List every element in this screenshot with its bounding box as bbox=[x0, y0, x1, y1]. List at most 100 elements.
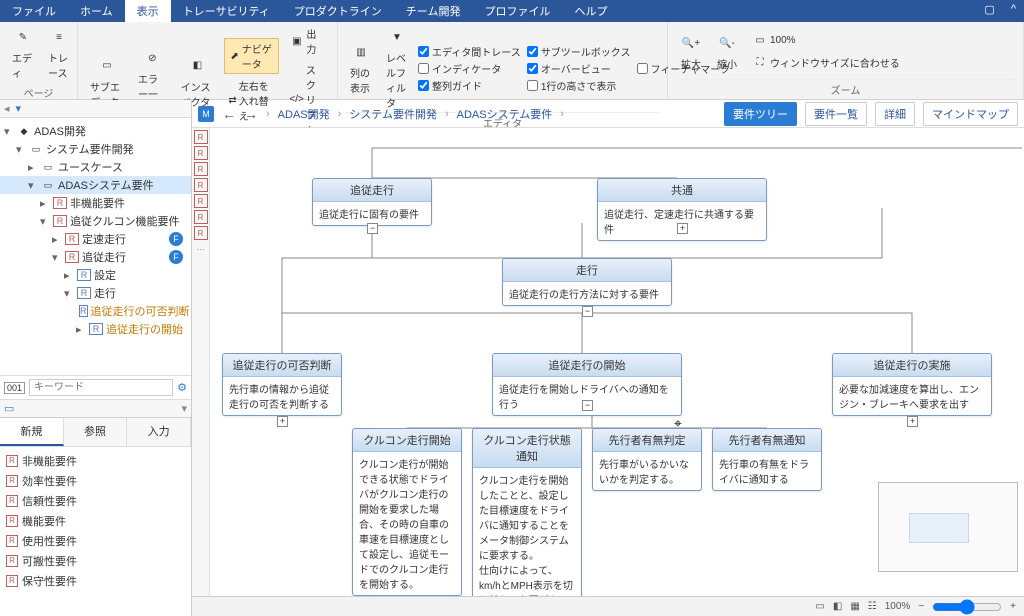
tab-input[interactable]: 入力 bbox=[127, 418, 191, 446]
tree-n11[interactable]: ▸R追従走行の開始 bbox=[0, 320, 191, 338]
gutter-req-icon[interactable]: R bbox=[194, 210, 208, 224]
output-button[interactable]: ▣出力 bbox=[285, 24, 329, 58]
gutter-more-icon[interactable]: ⋯ bbox=[194, 242, 208, 256]
columns-button[interactable]: ▥列の表示 bbox=[346, 39, 376, 97]
nav-back-icon[interactable]: ← bbox=[222, 106, 236, 122]
gutter-req-icon[interactable]: R bbox=[194, 162, 208, 176]
overview-minimap[interactable] bbox=[878, 482, 1018, 572]
tree-root[interactable]: ▾◆ADAS開発 bbox=[0, 122, 191, 140]
nav-forward-icon[interactable]: → bbox=[244, 106, 258, 122]
expand-toggle[interactable]: − bbox=[582, 306, 593, 317]
tree-n8[interactable]: ▸R設定 bbox=[0, 266, 191, 284]
crumb-2[interactable]: ADASシステム要件 bbox=[457, 106, 553, 122]
tree-n2[interactable]: ▸▭ユースケース bbox=[0, 158, 191, 176]
list-item[interactable]: R使用性要件 bbox=[4, 531, 187, 551]
gutter-req-icon[interactable]: R bbox=[194, 178, 208, 192]
list-item[interactable]: R機能要件 bbox=[4, 511, 187, 531]
expand-toggle[interactable]: + bbox=[677, 223, 688, 234]
window-minimize-ribbon-icon[interactable]: ▢ bbox=[976, 0, 1002, 22]
node-f[interactable]: 追従走行の実施必要な加減速度を算出し、エンジン・ブレーキへ要求を出す bbox=[832, 353, 992, 416]
zoom-in-button[interactable]: 🔍+拡大 bbox=[676, 30, 706, 73]
gutter-req-icon[interactable]: R bbox=[194, 226, 208, 240]
req-sub-icon: R bbox=[77, 287, 91, 299]
search-settings-icon[interactable]: ⚙ bbox=[177, 381, 187, 394]
edit-button[interactable]: ✎エディ bbox=[8, 24, 38, 82]
status-icon[interactable]: ▦ bbox=[850, 601, 859, 612]
chk-editor-trace[interactable]: エディタ間トレース bbox=[418, 44, 521, 59]
tree-n7[interactable]: ▾R追従走行F bbox=[0, 248, 191, 266]
tree-n10[interactable]: R追従走行の可否判断 bbox=[0, 302, 191, 320]
navigator-button[interactable]: ⬈ナビゲータ bbox=[224, 38, 279, 74]
node-d[interactable]: 追従走行の可否判断先行車の情報から追従走行の可否を判断する bbox=[222, 353, 342, 416]
tree-n6[interactable]: ▸R定速走行F bbox=[0, 230, 191, 248]
expand-toggle[interactable]: − bbox=[582, 400, 593, 411]
status-icon[interactable]: ◧ bbox=[833, 601, 842, 612]
tree-n1[interactable]: ▾▭システム要件開発 bbox=[0, 140, 191, 158]
zoom-100-button[interactable]: ▭100% bbox=[748, 31, 904, 51]
search-input[interactable] bbox=[29, 379, 173, 396]
levelfilter-button[interactable]: ▼レベルフィルタ bbox=[382, 24, 412, 112]
status-icon[interactable]: ☷ bbox=[868, 601, 877, 612]
panel-toggle-icon[interactable]: ▭ bbox=[4, 402, 14, 415]
model-tree[interactable]: ▾◆ADAS開発 ▾▭システム要件開発 ▸▭ユースケース ▾▭ADASシステム要… bbox=[0, 118, 191, 375]
list-item[interactable]: R可搬性要件 bbox=[4, 551, 187, 571]
menu-productline[interactable]: プロダクトライン bbox=[282, 0, 394, 22]
chk-subtoolbox[interactable]: サブツールボックス bbox=[527, 44, 631, 59]
menu-file[interactable]: ファイル bbox=[0, 0, 68, 22]
req-icon: R bbox=[6, 535, 18, 547]
window-collapse-icon[interactable]: ^ bbox=[1003, 0, 1024, 22]
req-icon: R bbox=[6, 575, 18, 587]
node-j[interactable]: 先行者有無通知先行車の有無をドライバに通知する bbox=[712, 428, 822, 491]
view-reqtree[interactable]: 要件ツリー bbox=[724, 102, 797, 126]
list-item[interactable]: R信頼性要件 bbox=[4, 491, 187, 511]
node-g[interactable]: クルコン走行開始クルコン走行が開始できる状態でドライバがクルコン走行の開始を要求… bbox=[352, 428, 462, 596]
menu-view[interactable]: 表示 bbox=[125, 0, 171, 22]
node-a[interactable]: 追従走行追従走行に固有の要件 bbox=[312, 178, 432, 226]
tree-n4[interactable]: ▸R非機能要件 bbox=[0, 194, 191, 212]
chk-rowheight[interactable]: 1行の高さで表示 bbox=[527, 78, 631, 93]
menu-team[interactable]: チーム開発 bbox=[394, 0, 473, 22]
gutter-req-icon[interactable]: R bbox=[194, 130, 208, 144]
crumb-0[interactable]: ADAS開発 bbox=[278, 106, 330, 122]
collapse-arrow-icon[interactable]: ◂ bbox=[4, 102, 10, 115]
gutter-req-icon[interactable]: R bbox=[194, 194, 208, 208]
zoom-slider[interactable] bbox=[932, 599, 1002, 615]
tab-new[interactable]: 新規 bbox=[0, 418, 64, 446]
list-item[interactable]: R保守性要件 bbox=[4, 571, 187, 591]
list-item[interactable]: R非機能要件 bbox=[4, 451, 187, 471]
view-mindmap[interactable]: マインドマップ bbox=[923, 102, 1018, 126]
view-detail[interactable]: 詳細 bbox=[875, 102, 915, 126]
chk-indicator[interactable]: インディケータ bbox=[418, 61, 521, 76]
expand-toggle[interactable]: + bbox=[277, 416, 288, 427]
tree-n9[interactable]: ▾R走行 bbox=[0, 284, 191, 302]
zoom-fit-button[interactable]: ⛶ウィンドウサイズに合わせる bbox=[748, 53, 904, 73]
expand-toggle[interactable]: + bbox=[907, 416, 918, 427]
tree-n3[interactable]: ▾▭ADASシステム要件 bbox=[0, 176, 191, 194]
zoom-in-small-icon[interactable]: + bbox=[1010, 601, 1016, 612]
menu-help[interactable]: ヘルプ bbox=[562, 0, 619, 22]
expand-toggle[interactable]: − bbox=[367, 223, 378, 234]
status-icon[interactable]: ▭ bbox=[815, 601, 824, 612]
node-h[interactable]: クルコン走行状態通知クルコン走行を開始したことと、設定した目標速度をドライバに通… bbox=[472, 428, 582, 596]
menu-profile[interactable]: プロファイル bbox=[472, 0, 562, 22]
chk-overview[interactable]: オーバービュー bbox=[527, 61, 631, 76]
trace-button[interactable]: ≡トレース bbox=[44, 24, 74, 82]
list-item[interactable]: R効率性要件 bbox=[4, 471, 187, 491]
menu-traceability[interactable]: トレーサビリティ bbox=[171, 0, 282, 22]
crumb-1[interactable]: システム要件開発 bbox=[349, 106, 437, 122]
gutter-req-icon[interactable]: R bbox=[194, 146, 208, 160]
node-c[interactable]: 走行追従走行の走行方法に対する要件 bbox=[502, 258, 672, 306]
collapse-panel-icon[interactable]: ▾ bbox=[181, 402, 187, 415]
node-i[interactable]: 先行者有無判定先行車がいるかいないかを判定する。 bbox=[592, 428, 702, 491]
tab-ref[interactable]: 参照 bbox=[64, 418, 128, 446]
zoom-out-button[interactable]: 🔍-縮小 bbox=[712, 30, 742, 73]
chk-align-guide[interactable]: 整列ガイド bbox=[418, 78, 521, 93]
zoom-out-small-icon[interactable]: − bbox=[918, 601, 924, 612]
diagram-canvas[interactable]: R R R R R R R ⋯ bbox=[192, 128, 1024, 596]
view-reqlist[interactable]: 要件一覧 bbox=[805, 102, 867, 126]
tree-down-icon[interactable]: ▾ bbox=[16, 102, 22, 115]
navigator-icon: ⬈ bbox=[229, 48, 239, 64]
tree-n5[interactable]: ▾R追従クルコン機能要件 bbox=[0, 212, 191, 230]
req-icon: R bbox=[6, 495, 18, 507]
menu-home[interactable]: ホーム bbox=[68, 0, 125, 22]
